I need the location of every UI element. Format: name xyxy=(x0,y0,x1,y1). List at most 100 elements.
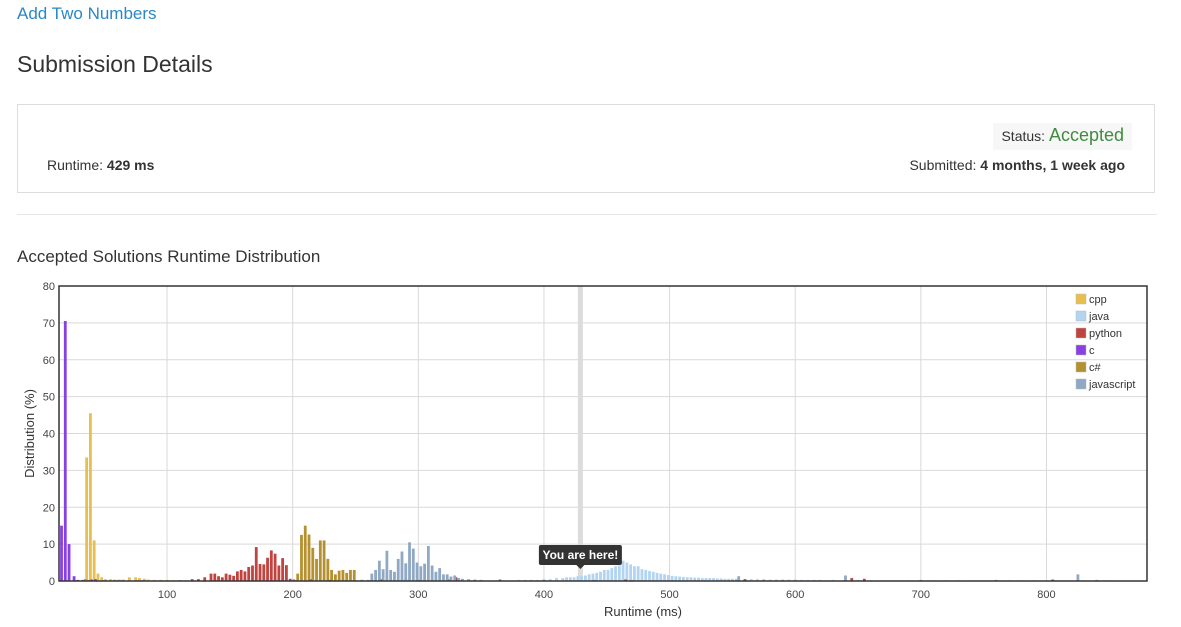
bar-java xyxy=(617,565,621,581)
legend-swatch xyxy=(1075,361,1087,373)
bar-java xyxy=(640,569,644,581)
bar-python xyxy=(239,569,243,581)
status-box: Status: Accepted xyxy=(993,123,1132,150)
x-tick-label: 500 xyxy=(660,589,678,601)
bar-c xyxy=(60,525,63,581)
bar-csharp xyxy=(352,569,356,581)
bar-javascript xyxy=(442,574,445,581)
bar-csharp xyxy=(326,558,330,581)
y-tick-label: 70 xyxy=(43,318,55,330)
bar-javascript xyxy=(385,550,389,581)
problem-title-link[interactable]: Add Two Numbers xyxy=(17,4,157,24)
bar-csharp xyxy=(341,569,345,581)
bar-python xyxy=(284,565,288,581)
x-tick-label: 200 xyxy=(284,589,302,601)
bar-python xyxy=(277,565,281,581)
y-tick-label: 10 xyxy=(43,539,55,551)
legend-label: cpp xyxy=(1089,294,1107,306)
y-tick-label: 40 xyxy=(43,429,55,441)
runtime-value: 429 ms xyxy=(106,157,155,173)
current-runtime-marker xyxy=(577,286,583,581)
bar-csharp xyxy=(318,540,322,581)
bar-csharp xyxy=(333,574,337,581)
legend-swatch xyxy=(1075,310,1087,322)
y-tick-label: 50 xyxy=(43,392,55,404)
bar-java xyxy=(599,571,602,581)
bar-java xyxy=(636,566,640,581)
status-value: Accepted xyxy=(1048,125,1124,145)
y-tick-label: 20 xyxy=(43,502,55,514)
x-tick-label: 100 xyxy=(158,589,176,601)
bar-java xyxy=(584,575,587,581)
legend-swatch xyxy=(1075,378,1087,390)
bar-javascript xyxy=(423,563,426,581)
runtime-row: Runtime: 429 ms xyxy=(47,157,154,173)
bar-python xyxy=(224,573,228,581)
bar-java xyxy=(629,564,633,581)
legend-label: c# xyxy=(1089,362,1102,374)
bar-javascript xyxy=(1076,574,1080,581)
bar-python xyxy=(236,571,239,581)
bar-csharp xyxy=(311,547,315,581)
bar-javascript xyxy=(445,574,449,581)
bar-python xyxy=(232,575,236,581)
bar-cpp xyxy=(89,413,92,581)
bar-csharp xyxy=(349,569,352,581)
bar-python xyxy=(254,547,258,581)
bar-csharp xyxy=(296,573,300,581)
bar-python xyxy=(273,553,277,581)
x-tick-label: 800 xyxy=(1037,589,1055,601)
bar-python xyxy=(258,564,262,581)
bar-java xyxy=(663,574,666,581)
bar-javascript xyxy=(370,573,374,581)
legend-swatch xyxy=(1075,344,1087,356)
bar-python xyxy=(213,573,217,581)
submission-details-panel: Status: Accepted Runtime: 429 ms Submitt… xyxy=(17,104,1155,193)
status-label: Status: xyxy=(1001,128,1049,144)
legend-label: java xyxy=(1088,311,1110,323)
submitted-row: Submitted: 4 months, 1 week ago xyxy=(909,157,1125,173)
bar-c xyxy=(67,544,71,581)
bar-javascript xyxy=(430,565,434,581)
bar-python xyxy=(243,571,247,581)
you-are-here-label: You are here! xyxy=(542,548,618,562)
bar-csharp xyxy=(345,572,349,581)
bar-javascript xyxy=(396,558,400,581)
bar-javascript xyxy=(377,560,381,581)
bar-csharp xyxy=(337,570,341,581)
bar-csharp xyxy=(303,525,307,581)
x-tick-label: 300 xyxy=(409,589,427,601)
y-axis-title: Distribution (%) xyxy=(22,389,37,478)
bar-java xyxy=(621,560,625,581)
legend-swatch xyxy=(1075,293,1087,305)
bar-csharp xyxy=(315,558,318,581)
bar-java xyxy=(666,575,670,581)
bar-javascript xyxy=(453,575,457,581)
x-tick-label: 700 xyxy=(912,589,930,601)
page-title: Submission Details xyxy=(17,51,213,77)
bar-python xyxy=(209,573,213,581)
bar-java xyxy=(633,566,636,581)
bar-javascript xyxy=(426,545,430,581)
bar-python xyxy=(281,558,285,581)
bar-java xyxy=(610,568,614,581)
bar-java xyxy=(670,575,674,581)
bar-javascript xyxy=(389,569,393,581)
runtime-distribution-chart: 100 200 300 400 500 600 700 800 0 10 20 30 40 50 60 70 8… xyxy=(22,281,1148,619)
bar-javascript xyxy=(408,542,411,581)
legend-label: c xyxy=(1089,345,1095,357)
bar-javascript xyxy=(404,563,408,581)
runtime-label: Runtime: xyxy=(47,157,107,173)
bar-cpp xyxy=(92,540,96,581)
bar-javascript xyxy=(438,568,442,581)
bar-javascript xyxy=(434,571,438,581)
bar-csharp xyxy=(322,540,326,581)
bar-javascript xyxy=(381,569,385,581)
bar-javascript xyxy=(393,571,396,581)
bar-csharp xyxy=(300,534,303,581)
bar-javascript xyxy=(411,548,415,581)
y-tick-label: 60 xyxy=(43,355,55,367)
bar-python xyxy=(247,566,251,581)
bar-python xyxy=(228,574,232,581)
x-tick-label: 600 xyxy=(786,589,804,601)
